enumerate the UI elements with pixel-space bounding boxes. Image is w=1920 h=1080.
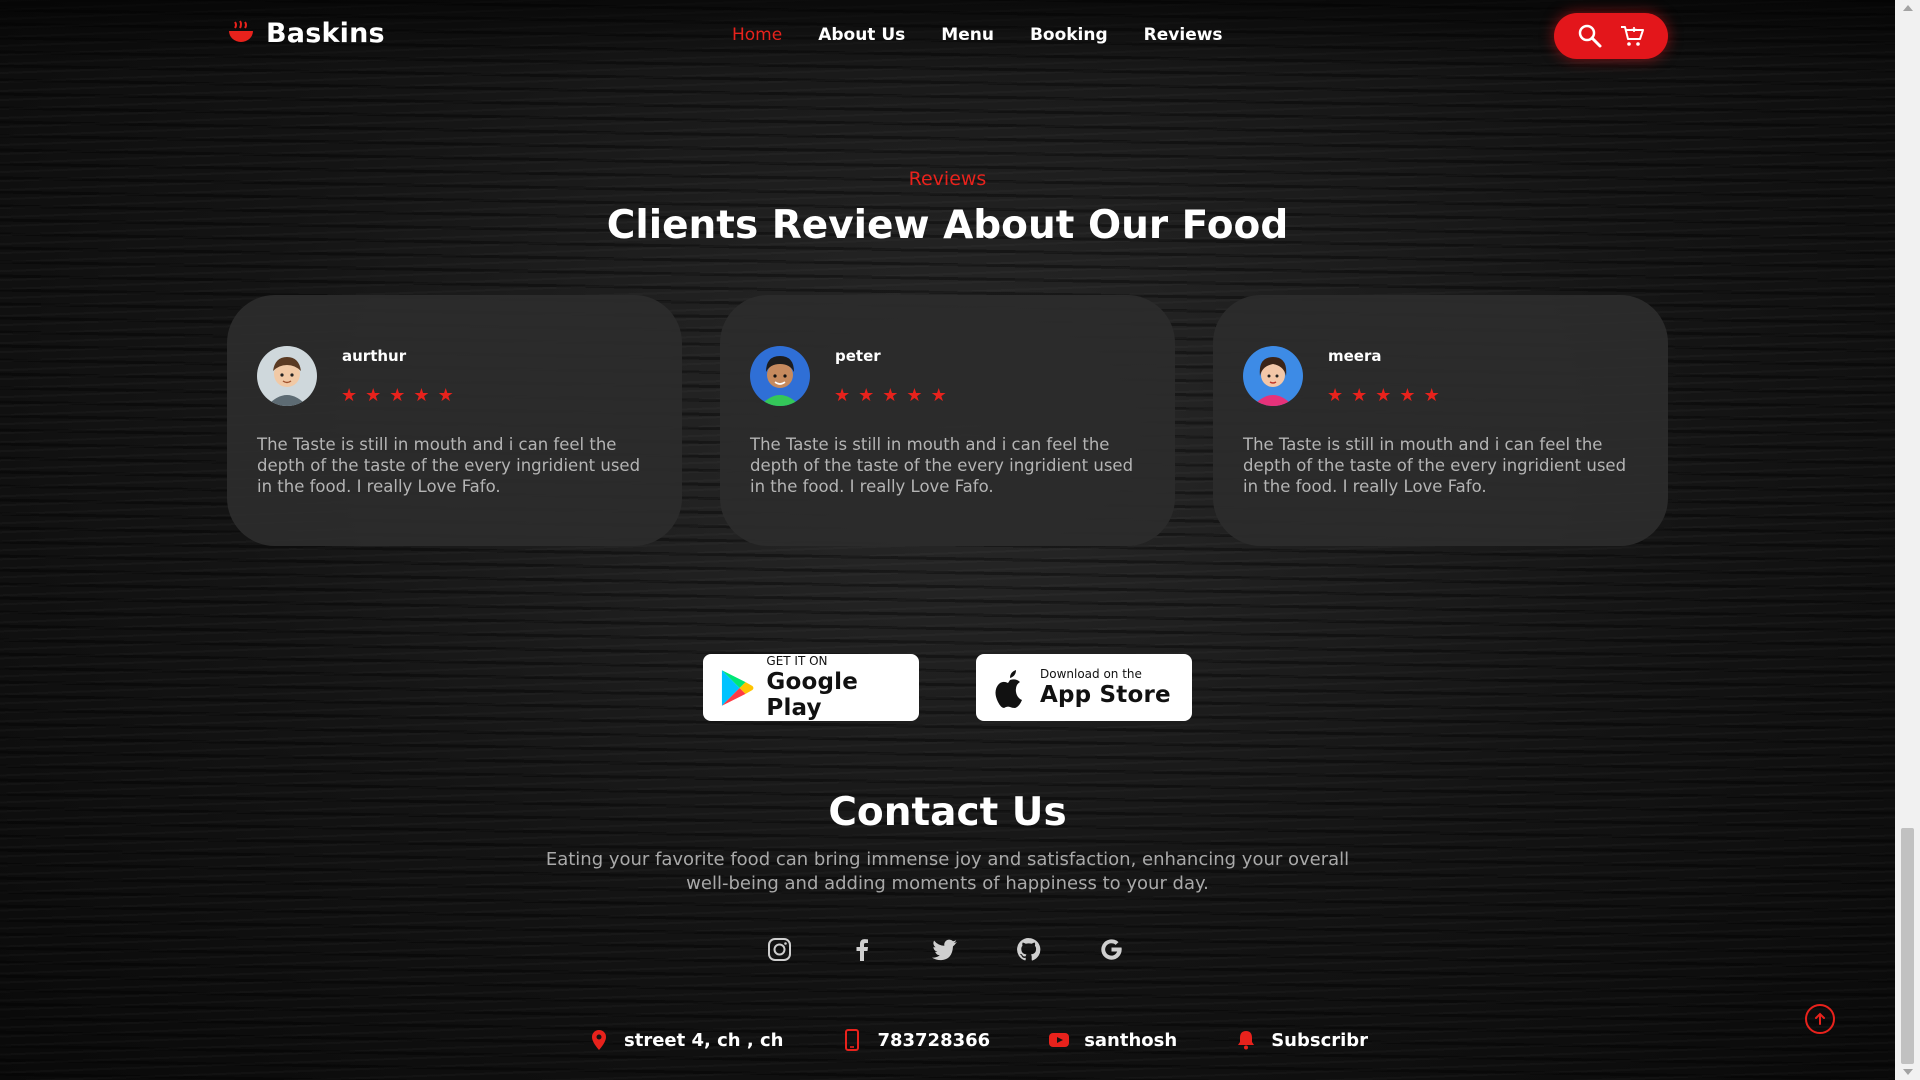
contact-info: street 4, ch , ch 783728366 santhosh Sub… <box>588 1029 1368 1051</box>
star-icon: ★ <box>341 385 358 406</box>
star-icon: ★ <box>858 385 875 406</box>
main-nav: Home About Us Menu Booking Reviews <box>732 25 1223 45</box>
star-icon: ★ <box>834 385 851 406</box>
star-icon: ★ <box>1327 385 1344 406</box>
brand-logo[interactable]: Baskins <box>226 18 385 49</box>
subscribe-item[interactable]: Subscribr <box>1235 1029 1368 1051</box>
contact-title: Contact Us <box>828 790 1067 835</box>
review-text: The Taste is still in mouth and i can fe… <box>1243 435 1627 496</box>
youtube-text: santhosh <box>1084 1029 1178 1051</box>
instagram-icon[interactable] <box>766 936 793 963</box>
star-icon: ★ <box>365 385 382 406</box>
app-store-badge[interactable]: Download on the App Store <box>976 654 1192 721</box>
star-icon: ★ <box>1423 385 1440 406</box>
avatar <box>257 346 317 406</box>
star-icon: ★ <box>906 385 923 406</box>
arrow-up-icon <box>1815 1012 1825 1025</box>
star-icon: ★ <box>413 385 430 406</box>
review-card: meera ★ ★ ★ ★ ★ The Taste is still in mo… <box>1213 295 1668 546</box>
nav-booking[interactable]: Booking <box>1030 25 1108 45</box>
reviews-title: Clients Review About Our Food <box>606 203 1289 248</box>
scrollbar-thumb[interactable] <box>1901 828 1914 1064</box>
reviewer-name: aurthur <box>342 347 407 365</box>
header-actions <box>1554 13 1668 59</box>
bowl-icon <box>229 19 253 42</box>
badge-caption: GET IT ON <box>766 654 828 668</box>
badge-store-name: App Store <box>1040 682 1171 708</box>
address-text: street 4, ch , ch <box>624 1029 784 1051</box>
location-icon <box>592 1030 606 1050</box>
nav-home[interactable]: Home <box>732 25 782 45</box>
brand-name: Baskins <box>266 18 385 49</box>
bell-icon <box>1238 1031 1255 1050</box>
cart-icon[interactable] <box>1619 23 1645 49</box>
star-rating: ★ ★ ★ ★ ★ <box>1327 385 1440 406</box>
star-rating: ★ ★ ★ ★ ★ <box>341 385 454 406</box>
app-badges: GET IT ON Google Play Download on the Ap… <box>703 654 1192 721</box>
contact-description: Eating your favorite food can bring imme… <box>545 849 1350 894</box>
subscribe-text: Subscribr <box>1271 1029 1369 1051</box>
site-header: Baskins Home About Us Menu Booking Revie… <box>0 0 1895 74</box>
social-links <box>766 936 1125 963</box>
star-rating: ★ ★ ★ ★ ★ <box>834 385 947 406</box>
twitter-icon[interactable] <box>932 936 959 963</box>
apple-icon <box>995 669 1022 708</box>
phone-icon <box>845 1029 860 1051</box>
review-cards: aurthur ★ ★ ★ ★ ★ The Taste is still in … <box>227 295 1668 546</box>
nav-reviews[interactable]: Reviews <box>1144 25 1223 45</box>
phone-item: 783728366 <box>841 1029 990 1051</box>
reviewer-name: meera <box>1328 347 1382 365</box>
google-icon[interactable] <box>1098 936 1125 963</box>
scroll-up-arrow-icon[interactable] <box>1903 5 1913 11</box>
avatar <box>1243 346 1303 406</box>
nav-menu[interactable]: Menu <box>941 25 994 45</box>
star-icon: ★ <box>1399 385 1416 406</box>
search-icon[interactable] <box>1577 23 1603 49</box>
reviewer-name: peter <box>835 347 881 365</box>
review-card: peter ★ ★ ★ ★ ★ The Taste is still in mo… <box>720 295 1175 546</box>
star-icon: ★ <box>1375 385 1392 406</box>
youtube-item[interactable]: santhosh <box>1048 1029 1177 1051</box>
page: Baskins Home About Us Menu Booking Revie… <box>0 0 1895 1080</box>
star-icon: ★ <box>389 385 406 406</box>
youtube-icon <box>1049 1033 1070 1047</box>
nav-about-us[interactable]: About Us <box>818 25 905 45</box>
star-icon: ★ <box>930 385 947 406</box>
address-item: street 4, ch , ch <box>588 1029 783 1051</box>
google-play-badge[interactable]: GET IT ON Google Play <box>703 654 919 721</box>
star-icon: ★ <box>882 385 899 406</box>
badge-store-name: Google Play <box>766 669 859 721</box>
app-store-text: Download on the App Store <box>1040 667 1171 708</box>
star-icon: ★ <box>1351 385 1368 406</box>
google-play-text: GET IT ON Google Play <box>766 654 919 721</box>
page-scrollbar[interactable] <box>1895 0 1920 1080</box>
github-icon[interactable] <box>1015 936 1042 963</box>
scroll-to-top-button[interactable] <box>1805 1004 1835 1034</box>
avatar <box>750 346 810 406</box>
reviews-section-label: Reviews <box>908 168 987 190</box>
review-text: The Taste is still in mouth and i can fe… <box>750 435 1134 496</box>
google-play-icon <box>721 669 754 706</box>
scroll-down-arrow-icon[interactable] <box>1903 1069 1913 1075</box>
review-card: aurthur ★ ★ ★ ★ ★ The Taste is still in … <box>227 295 682 546</box>
badge-caption: Download on the <box>1040 667 1142 681</box>
phone-text: 783728366 <box>877 1029 991 1051</box>
star-icon: ★ <box>437 385 454 406</box>
review-text: The Taste is still in mouth and i can fe… <box>257 435 641 496</box>
facebook-icon[interactable] <box>849 936 876 963</box>
